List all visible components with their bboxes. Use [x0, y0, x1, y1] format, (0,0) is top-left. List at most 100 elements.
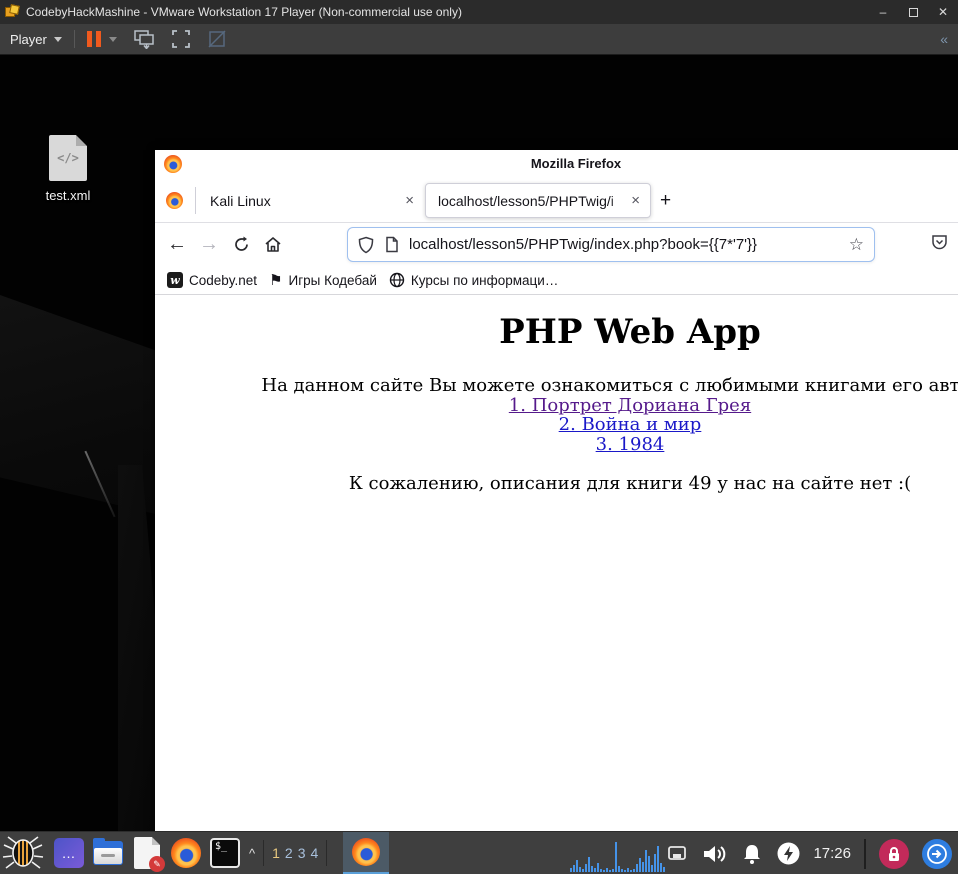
send-ctrl-alt-del-button[interactable]: [133, 29, 155, 49]
vmware-titlebar: CodebyHackMashine - VMware Workstation 1…: [0, 0, 958, 24]
reload-button[interactable]: [225, 229, 257, 261]
pause-icon: [86, 31, 101, 47]
back-button[interactable]: ←: [161, 229, 193, 261]
url-text[interactable]: localhost/lesson5/PHPTwig/index.php?book…: [409, 236, 841, 253]
panel-divider: [326, 840, 328, 866]
bell-icon: [744, 844, 761, 864]
codeby-favicon: w: [167, 272, 183, 288]
firefox-window-title: Mozilla Firefox: [530, 156, 622, 171]
pocket-button[interactable]: [930, 233, 949, 252]
speaker-icon: [704, 845, 726, 862]
tab-close-icon[interactable]: ×: [405, 192, 414, 209]
page-content: PHP Web App На данном сайте Вы можете оз…: [155, 296, 958, 850]
network-tray-icon[interactable]: [666, 845, 688, 863]
not-found-message: К сожалению, описания для книги 49 у нас…: [348, 473, 912, 494]
workspace-1[interactable]: 1: [272, 845, 280, 861]
bookmark-courses[interactable]: Курсы по информаци…: [389, 272, 558, 288]
player-menu[interactable]: Player: [10, 32, 62, 47]
minimize-button[interactable]: –: [868, 0, 898, 24]
bookmark-codeby[interactable]: w Codeby.net: [167, 272, 257, 288]
unity-disabled-icon: [208, 30, 226, 48]
workspace-4[interactable]: 4: [311, 845, 319, 861]
new-tab-button[interactable]: +: [660, 190, 671, 212]
book-link-3[interactable]: 3. 1984: [155, 434, 958, 455]
tab-label: localhost/lesson5/PHPTwig/i: [438, 192, 632, 209]
monitor-arrow-icon: [134, 30, 154, 49]
kali-bug-icon: [2, 836, 44, 869]
collapse-toolbar-button[interactable]: «: [940, 31, 948, 47]
padlock-icon: [889, 846, 899, 861]
firefox-titlebar[interactable]: Mozilla Firefox: [155, 150, 958, 178]
tray-divider: [864, 838, 866, 869]
book-link-2[interactable]: 2. Война и мир: [155, 415, 958, 435]
vmware-window-title: CodebyHackMashine - VMware Workstation 1…: [26, 5, 462, 19]
maximize-button[interactable]: [898, 0, 928, 24]
toolbar-divider: [73, 30, 75, 48]
ethernet-icon: [668, 845, 687, 860]
fullscreen-button[interactable]: [171, 29, 191, 49]
workspace-switcher[interactable]: 1 2 3 4: [272, 845, 318, 861]
desktop-icon-testxml[interactable]: </> test.xml: [28, 135, 108, 203]
code-glyph: </>: [57, 151, 79, 165]
launcher-firefox[interactable]: [170, 837, 202, 869]
book-link-1[interactable]: 1. Портрет Дориана Грея: [155, 395, 958, 416]
firefox-logo-icon: [164, 155, 182, 173]
desktop-icon-label: test.xml: [45, 188, 91, 203]
home-button[interactable]: [257, 229, 289, 261]
tab-kali-linux[interactable]: Kali Linux ×: [196, 183, 424, 218]
xml-file-icon: </>: [49, 135, 87, 181]
kali-menu-button[interactable]: [0, 832, 46, 874]
suspend-vm-button[interactable]: [86, 31, 117, 47]
folder-icon: [93, 838, 123, 865]
volume-tray-icon[interactable]: [701, 842, 727, 866]
vmware-toolbar: Player «: [0, 24, 958, 55]
launcher-files[interactable]: …: [53, 837, 85, 869]
cpu-usage-graph: [570, 838, 665, 872]
bookmarks-toolbar: w Codeby.net ⚑ Игры Кодебай Курсы по инф…: [155, 266, 958, 295]
unity-mode-button-disabled: [207, 29, 227, 49]
player-menu-label: Player: [10, 31, 47, 47]
workspace-3[interactable]: 3: [298, 845, 306, 861]
firefox-logo-icon: [352, 837, 381, 866]
flag-icon: ⚑: [269, 272, 283, 289]
bookmark-label: Курсы по информаци…: [410, 272, 559, 288]
vmware-app-icon: [5, 3, 20, 20]
firefox-logo-icon: [166, 192, 183, 209]
panel-divider: [263, 840, 265, 866]
bookmark-games[interactable]: ⚑ Игры Кодебай: [269, 271, 377, 289]
close-button[interactable]: ✕: [928, 0, 958, 24]
shield-icon: [358, 236, 374, 253]
launcher-file-manager[interactable]: [92, 837, 124, 869]
logout-button[interactable]: [922, 838, 952, 869]
lock-screen-button[interactable]: [879, 838, 909, 869]
power-manager-tray-icon[interactable]: [777, 842, 800, 865]
launcher-text-editor[interactable]: ✎: [131, 837, 165, 872]
taskbar-window-firefox[interactable]: [343, 831, 390, 874]
text-editor-icon: ✎: [134, 837, 165, 872]
tab-localhost-active[interactable]: localhost/lesson5/PHPTwig/i ×: [425, 183, 651, 218]
system-tray: 17:26: [666, 832, 952, 874]
clock[interactable]: 17:26: [813, 845, 851, 862]
power-bolt-icon: [777, 842, 800, 865]
logout-arrow-icon: [927, 843, 947, 864]
workspace-2[interactable]: 2: [285, 845, 293, 861]
tab-close-icon[interactable]: ×: [631, 192, 640, 209]
bookmark-label: Игры Кодебай: [288, 272, 377, 288]
tab-bar: Kali Linux × localhost/lesson5/PHPTwig/i…: [155, 178, 958, 223]
home-icon: [265, 237, 281, 252]
navigation-toolbar: ← → localhost/lesson5/PHPTwig/index.php?…: [155, 223, 958, 266]
reload-icon: [234, 236, 248, 251]
fullscreen-icon: [171, 30, 190, 48]
bookmark-star-icon[interactable]: ☆: [849, 235, 864, 255]
chevron-down-icon: [53, 36, 62, 42]
terminal-icon: $_: [210, 838, 240, 868]
page-info-icon: [386, 236, 398, 253]
panel-expand-button[interactable]: ^: [249, 846, 255, 861]
url-bar[interactable]: localhost/lesson5/PHPTwig/index.php?book…: [347, 227, 875, 262]
notification-tray-icon[interactable]: [740, 842, 764, 866]
pocket-icon: [932, 235, 947, 250]
launcher-terminal[interactable]: $_: [209, 837, 241, 869]
forward-button: →: [199, 233, 219, 255]
files-icon: …: [54, 838, 84, 868]
page-title: PHP Web App: [499, 312, 761, 352]
